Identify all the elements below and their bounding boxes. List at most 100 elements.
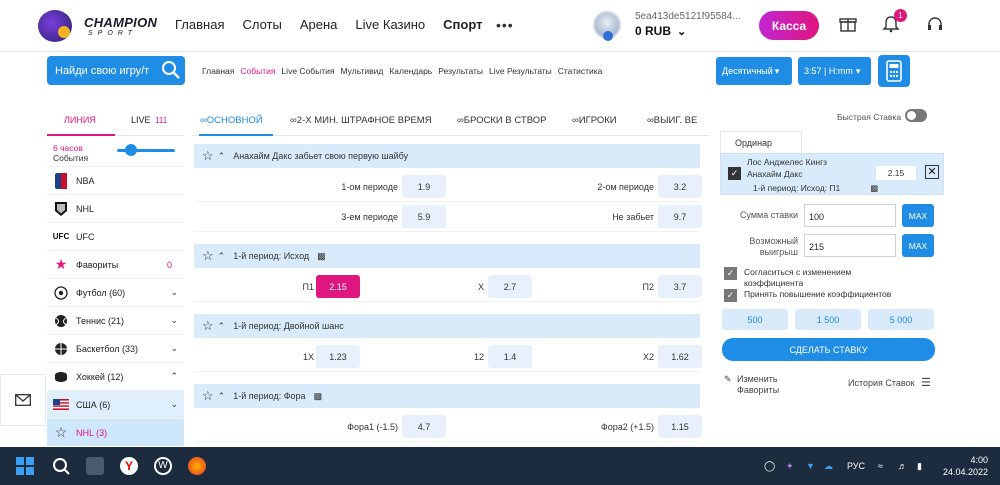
sidebar-item-usa[interactable]: США (6) ⌄ (47, 390, 184, 418)
shield-icon[interactable]: ▼ (806, 461, 815, 471)
kassa-button[interactable]: Касса (759, 11, 819, 40)
sidebar-item-football[interactable]: Футбол (60) ⌄ (47, 278, 184, 306)
cloud-icon[interactable]: ☁ (824, 461, 833, 472)
max-stake-button[interactable]: MAX (902, 204, 934, 227)
balance-dropdown[interactable]: 0 RUB ⌄ (635, 24, 686, 38)
battery-icon[interactable]: ▮ (917, 461, 922, 472)
odd-button[interactable]: 3.2 (658, 175, 702, 198)
stats-icon[interactable]: ▩ (314, 391, 323, 402)
nav-home[interactable]: Главная (175, 17, 224, 32)
star-outline-icon[interactable]: ☆ (202, 148, 214, 164)
fast-bet-toggle[interactable] (905, 109, 927, 122)
tab-main[interactable]: ∞ОСНОВНОЙ (200, 115, 263, 126)
yandex-browser-icon[interactable]: Y (120, 457, 138, 475)
sidebar-item-nhl-league[interactable]: ☆ NHL (3) (47, 418, 184, 446)
star-outline-icon[interactable]: ☆ (53, 424, 69, 441)
windows-start-icon[interactable] (16, 457, 34, 475)
user-avatar[interactable] (593, 11, 621, 41)
subnav-statistics[interactable]: Статистика (558, 66, 603, 76)
slider-handle[interactable] (125, 144, 137, 156)
chevron-up-icon[interactable]: ⌃ (218, 251, 226, 262)
subnav-results[interactable]: Результаты (438, 66, 483, 76)
sidebar-item-favorites[interactable]: ★ Фавориты 0 (47, 250, 184, 278)
tab-win[interactable]: ∞ВЫИГ. ВЕ (647, 115, 697, 126)
tab-players[interactable]: ∞ИГРОКИ (572, 115, 617, 126)
odd-button[interactable]: 1.23 (316, 345, 360, 368)
period-slider[interactable] (117, 144, 175, 156)
market-header[interactable]: ☆ ⌃ 1-й период: Исход ▩ (194, 244, 700, 268)
subnav-events[interactable]: События (240, 66, 275, 76)
volume-icon[interactable]: ♬ (898, 461, 907, 471)
odd-button[interactable]: 3.7 (658, 275, 702, 298)
stake-input[interactable]: 100 (804, 204, 896, 227)
sidebar-item-basketball[interactable]: Баскетбол (33) ⌄ (47, 334, 184, 362)
feather-tray-icon[interactable]: ✦ (786, 461, 794, 472)
odd-button-selected[interactable]: 2.15 (316, 275, 360, 298)
sidebar-item-nhl[interactable]: NHL (47, 194, 184, 222)
odd-button[interactable]: 2.7 (488, 275, 532, 298)
quick-stake-500[interactable]: 500 (722, 309, 788, 330)
subnav-calendar[interactable]: Календарь (389, 66, 432, 76)
market-header[interactable]: ☆ ⌃ Анахайм Дакс забьет свою первую шайбу (194, 144, 700, 168)
odds-format-select[interactable]: Десятичный ▾ (716, 57, 792, 85)
odd-button[interactable]: 5.9 (402, 205, 446, 228)
checkmark-icon[interactable]: ✓ (728, 167, 741, 180)
sidebar-item-hockey[interactable]: Хоккей (12) ⌃ (47, 362, 184, 390)
headset-icon[interactable] (925, 15, 945, 35)
place-bet-button[interactable]: СДЕЛАТЬ СТАВКУ (722, 338, 935, 361)
market-header[interactable]: ☆ ⌃ 1-й период: Двойной шанс (194, 314, 700, 338)
mail-button[interactable] (0, 374, 46, 426)
more-menu-icon[interactable]: ••• (496, 17, 514, 33)
star-outline-icon[interactable]: ☆ (202, 248, 214, 264)
game-search-input[interactable]: Найди свою игру/т (47, 56, 185, 85)
wifi-icon[interactable]: ≈ (878, 461, 883, 471)
calculator-button[interactable] (878, 55, 910, 87)
subnav-home[interactable]: Главная (202, 66, 234, 76)
odd-button[interactable]: 9.7 (658, 205, 702, 228)
nav-sport[interactable]: Спорт (443, 17, 482, 32)
quick-stake-5000[interactable]: 5 000 (868, 309, 934, 330)
quick-stake-1500[interactable]: 1 500 (795, 309, 861, 330)
sidebar-item-tennis[interactable]: Теннис (21) ⌄ (47, 306, 184, 334)
tab-shots[interactable]: ∞БРОСКИ В СТВОР (457, 115, 546, 126)
nav-arena[interactable]: Арена (300, 17, 338, 32)
close-icon[interactable]: ✕ (925, 165, 939, 179)
tab-single[interactable]: Ординар (720, 131, 802, 153)
star-outline-icon[interactable]: ☆ (202, 318, 214, 334)
odd-button[interactable]: 4.7 (402, 415, 446, 438)
odd-button[interactable]: 1.9 (402, 175, 446, 198)
odd-button[interactable]: 1.62 (658, 345, 702, 368)
firefox-icon[interactable] (188, 457, 206, 475)
sidebar-item-nba[interactable]: NBA (47, 166, 184, 194)
chevron-up-icon[interactable]: ⌃ (218, 151, 226, 162)
chevron-up-icon[interactable]: ⌃ (218, 391, 226, 402)
sidebar-item-ufc[interactable]: UFC UFC (47, 222, 184, 250)
checkbox-checked-icon[interactable]: ✓ (724, 267, 737, 280)
stats-icon[interactable]: ▩ (317, 251, 326, 262)
odd-button[interactable]: 1.15 (658, 415, 702, 438)
time-format-select[interactable]: 3:57 | H:mm ▾ (798, 57, 871, 85)
nav-live-casino[interactable]: Live Казино (355, 17, 425, 32)
w-tray-icon[interactable]: ◯ (764, 461, 775, 472)
clock[interactable]: 4:00 24.04.2022 (943, 454, 988, 478)
champion-logo[interactable]: CHAMPION SPORT (38, 10, 158, 42)
gift-icon[interactable] (838, 15, 858, 35)
w-app-icon[interactable]: W (154, 457, 172, 475)
odd-button[interactable]: 1.4 (488, 345, 532, 368)
nav-slots[interactable]: Слоты (242, 17, 281, 32)
tab-penalty[interactable]: ∞2-Х МИН. ШТРАФНОЕ ВРЕМЯ (290, 115, 432, 126)
bet-history-button[interactable]: История Ставок ☰ (848, 376, 931, 389)
checkbox-checked-icon[interactable]: ✓ (724, 289, 737, 302)
tab-line[interactable]: ЛИНИЯ (64, 115, 96, 125)
subnav-multiview[interactable]: Мультивид (341, 66, 384, 76)
max-win-button[interactable]: MAX (902, 234, 934, 257)
star-outline-icon[interactable]: ☆ (202, 388, 214, 404)
subnav-live-events[interactable]: Live События (281, 66, 334, 76)
subnav-live-results[interactable]: Live Результаты (489, 66, 552, 76)
tab-live[interactable]: LIVE (131, 115, 151, 125)
market-header[interactable]: ☆ ⌃ 1-й период: Фора ▩ (194, 384, 700, 408)
search-icon[interactable] (52, 457, 70, 475)
chevron-up-icon[interactable]: ⌃ (218, 321, 226, 332)
language-indicator[interactable]: РУС (847, 461, 865, 471)
calculator-app-icon[interactable] (86, 457, 104, 475)
